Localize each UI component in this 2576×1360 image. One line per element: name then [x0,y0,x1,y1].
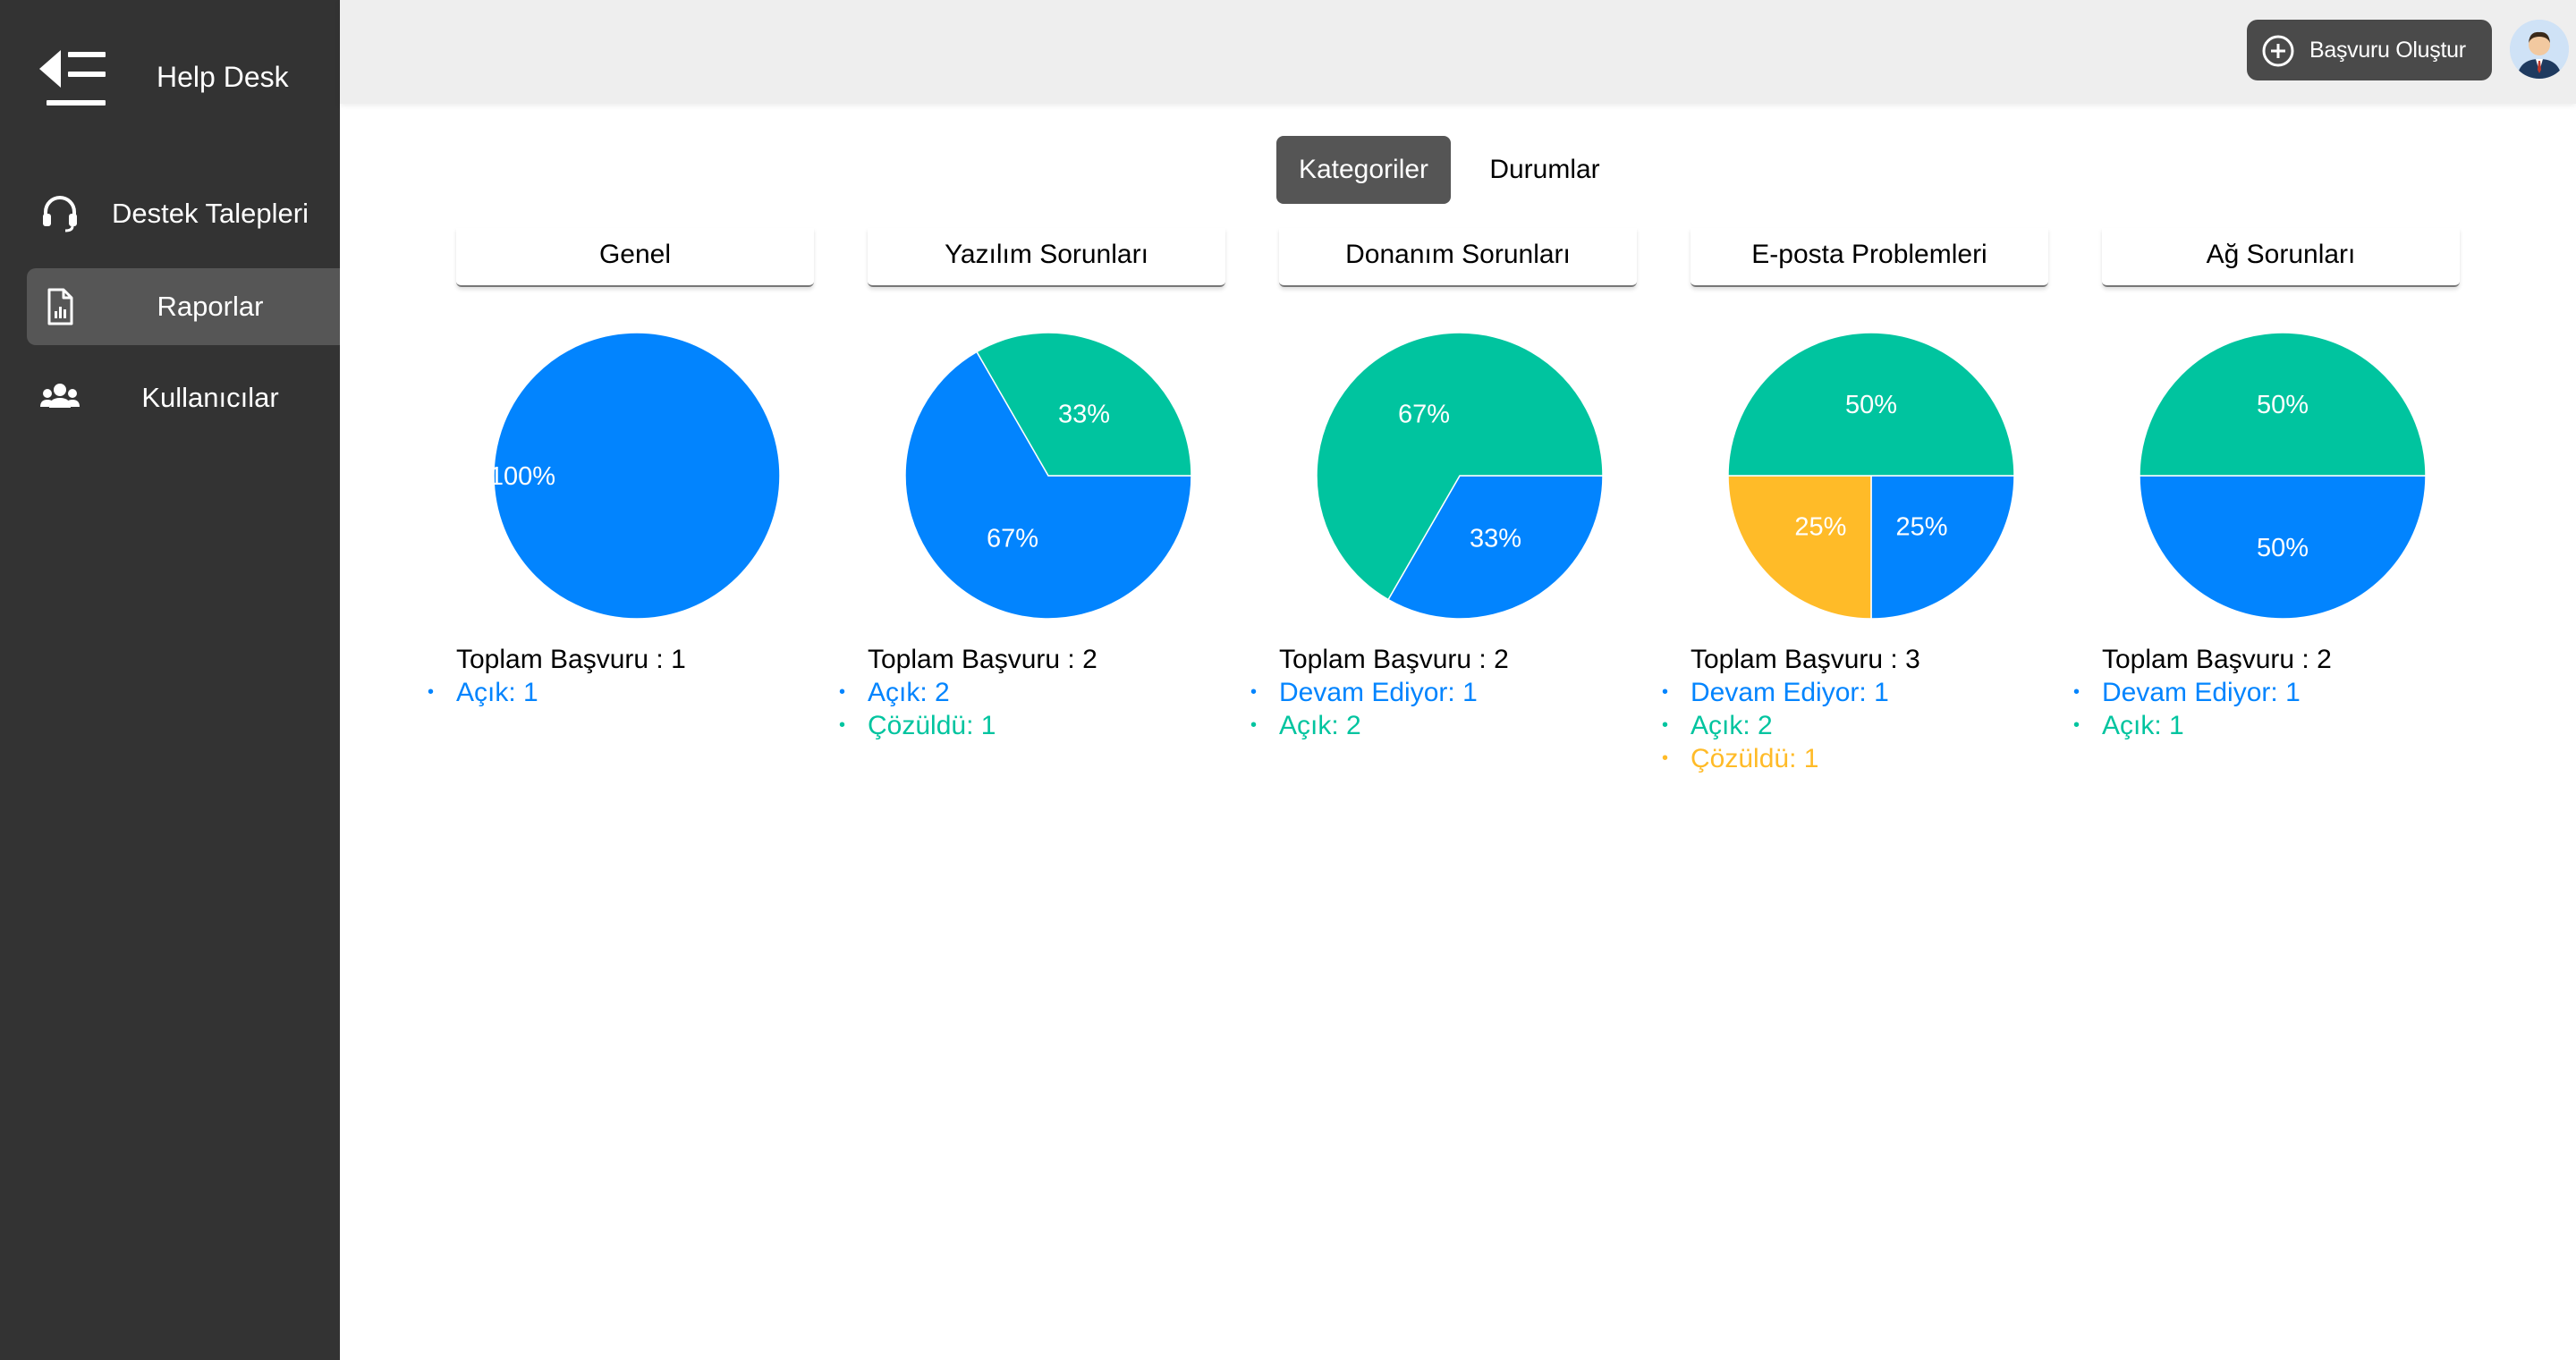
pie-percent-label: 33% [1058,401,1110,429]
bullet-icon: • [428,682,435,702]
legend-label: Devam Ediyor: 1 [1690,678,1889,707]
pie-percent-label: 67% [987,524,1038,553]
total-requests: Toplam Başvuru : 1 [456,645,686,674]
category-panel: Genel 100% Toplam Başvuru : 1 • Açık: 1 [428,228,814,782]
pie-percent-label: 25% [1896,513,1948,542]
category-panel: E-posta Problemleri 25% 25% 50% Toplam Başvu… [1662,228,2048,782]
pie-percent-label: 67% [1398,401,1450,429]
tab-kategoriler[interactable]: Kategoriler [1276,136,1451,204]
sidebar-item-label: Destek Talepleri [112,198,309,229]
bullet-icon: • [1662,715,1669,735]
legend-item: • Açık: 1 [428,676,538,709]
category-title: Donanım Sorunları [1279,228,1637,287]
sidebar-item-label: Kullanıcılar [141,382,279,413]
legend-label: Açık: 2 [868,678,950,707]
bullet-icon: • [1662,682,1669,702]
legend-item: • Çözüldü: 1 [839,709,996,742]
category-panel: Yazılım Sorunları 67% 33% Toplam Başvuru : … [839,228,1225,782]
pie-percent-label: 33% [1470,524,1521,553]
user-avatar-icon [2510,20,2569,79]
top-header [340,0,2576,104]
create-request-label: Başvuru Oluştur [2309,38,2466,63]
category-title: Genel [456,228,814,287]
pie-percent-label: 50% [2257,391,2309,419]
legend-label: Açık: 2 [1690,711,1773,740]
app-title: Help Desk [157,61,289,93]
sidebar-item-label: Raporlar [157,291,264,322]
total-requests: Toplam Başvuru : 2 [868,645,1097,674]
category-panel: Ağ Sorunları 50% 50% Toplam Başvuru : 2 • Dev… [2073,228,2460,782]
legend-label: Açık: 1 [2102,711,2184,740]
users-icon [40,384,80,408]
category-title: E-posta Problemleri [1690,228,2048,287]
menu-collapse-icon[interactable] [39,45,114,109]
pie-percent-label: 50% [2257,534,2309,562]
sidebar-item-destek-talepleri[interactable]: Destek Talepleri [27,175,340,252]
legend-item: • Açık: 2 [1662,709,1889,742]
category-title: Yazılım Sorunları [868,228,1225,287]
total-requests: Toplam Başvuru : 2 [1279,645,1509,674]
category-pie-chart: 50% 50% [2139,332,2427,620]
category-pie-chart: 67% 33% [904,332,1192,620]
legend-item: • Devam Ediyor: 1 [1250,676,1478,709]
bullet-icon: • [1250,715,1258,735]
legend-item: • Çözüldü: 1 [1662,742,1889,775]
bullet-icon: • [2073,715,2080,735]
legend-label: Çözüldü: 1 [868,711,996,740]
legend-label: Devam Ediyor: 1 [2102,678,2301,707]
pie-percent-label: 50% [1845,391,1897,419]
legend-label: Çözüldü: 1 [1690,744,1819,773]
sidebar: Help Desk Destek Talepleri Raporlar Kull… [0,0,340,1360]
sidebar-item-raporlar[interactable]: Raporlar [27,268,340,345]
category-pie-chart: 100% [492,332,781,620]
status-legend: • Açık: 1 [428,676,538,709]
total-requests: Toplam Başvuru : 3 [1690,645,1920,674]
status-legend: • Devam Ediyor: 1 • Açık: 1 [2073,676,2301,742]
category-title: Ağ Sorunları [2102,228,2460,287]
bullet-icon: • [839,682,846,702]
legend-label: Açık: 2 [1279,711,1361,740]
legend-item: • Açık: 1 [2073,709,2301,742]
pie-slice[interactable] [1870,475,2015,620]
legend-label: Açık: 1 [456,678,538,707]
legend-item: • Açık: 2 [839,676,996,709]
total-requests: Toplam Başvuru : 2 [2102,645,2332,674]
pie-percent-label: 25% [1794,513,1846,542]
legend-item: • Devam Ediyor: 1 [2073,676,2301,709]
pie-slice[interactable] [1727,475,1872,620]
tab-durumlar[interactable]: Durumlar [1460,136,1630,204]
bullet-icon: • [1662,748,1669,768]
pie-percent-label: 100% [492,462,555,491]
report-icon [47,288,73,325]
category-panel: Donanım Sorunları 33% 67% Toplam Başvuru : … [1250,228,1637,782]
category-pie-chart: 25% 25% 50% [1727,332,2015,620]
avatar[interactable] [2510,20,2569,79]
create-request-button[interactable]: Başvuru Oluştur [2247,20,2492,80]
headset-icon [43,196,77,232]
status-legend: • Açık: 2 • Çözüldü: 1 [839,676,996,742]
bullet-icon: • [2073,682,2080,702]
bullet-icon: • [839,715,846,735]
status-legend: • Devam Ediyor: 1 • Açık: 2 [1250,676,1478,742]
bullet-icon: • [1250,682,1258,702]
legend-item: • Açık: 2 [1250,709,1478,742]
status-legend: • Devam Ediyor: 1 • Açık: 2 • Çözüldü: 1 [1662,676,1889,775]
legend-label: Devam Ediyor: 1 [1279,678,1478,707]
legend-item: • Devam Ediyor: 1 [1662,676,1889,709]
plus-circle-icon [2262,35,2294,67]
sidebar-item-kullanicilar[interactable]: Kullanıcılar [27,359,340,436]
category-pie-chart: 33% 67% [1316,332,1604,620]
